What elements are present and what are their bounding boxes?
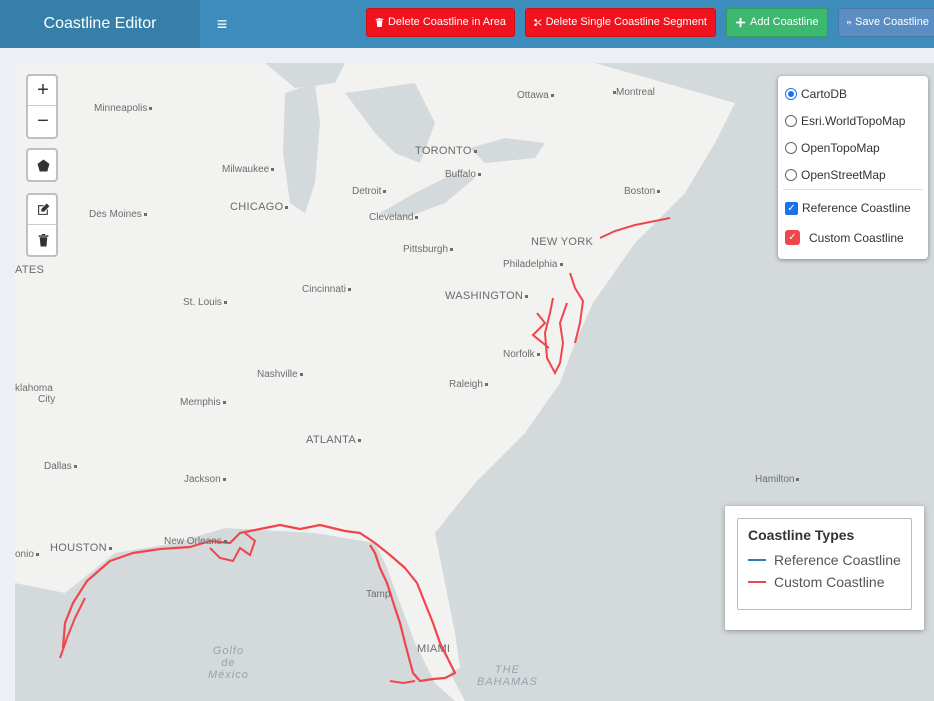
trash-icon (38, 233, 48, 246)
label-oklahoma-city: klahoma City (15, 383, 56, 405)
legend-item-reference: Reference Coastline (748, 549, 901, 571)
legend-box: Coastline Types Reference Coastline Cust… (737, 518, 912, 610)
radio-unselected[interactable] (785, 115, 797, 127)
delete-coastline-segment-button[interactable]: Delete Single Coastline Segment (525, 8, 716, 37)
label-jackson: Jackson (184, 474, 226, 485)
label-tampa: Tamp (366, 589, 391, 600)
radio-selected[interactable] (785, 88, 797, 100)
delete-layers-button[interactable] (28, 225, 58, 255)
scissors-icon (534, 19, 542, 26)
label-new-york: NEW YORK (531, 236, 594, 248)
label-cincinnati: Cincinnati (302, 284, 351, 295)
label-minneapolis: Minneapolis (94, 103, 153, 114)
floppy-disk-icon (847, 20, 851, 25)
top-navbar: Coastline Editor ≡ Delete Coastline in A… (0, 0, 934, 48)
label-nashville: Nashville (257, 369, 303, 380)
lake-ontario (470, 138, 545, 163)
checkbox-checked-icon[interactable]: ✓ (785, 201, 798, 215)
label-toronto: TORONTO (415, 145, 477, 157)
legend-item-custom: Custom Coastline (748, 571, 901, 593)
label-chicago: CHICAGO (230, 201, 289, 213)
label-st-louis: St. Louis (183, 297, 227, 308)
label-new-orleans: New Orleans (164, 536, 227, 547)
pentagon-icon (37, 159, 49, 171)
label-dallas: Dallas (44, 461, 77, 472)
label-philadelphia: Philadelphia (503, 259, 563, 270)
lake-michigan (283, 83, 320, 213)
basemap-option-openstreetmap[interactable]: OpenStreetMap (785, 168, 886, 182)
label-detroit: Detroit (352, 186, 387, 197)
label-memphis: Memphis (180, 397, 226, 408)
label-cleveland: Cleveland (369, 212, 419, 223)
chesapeake-coastline (543, 297, 568, 376)
radio-unselected[interactable] (785, 169, 797, 181)
draw-polygon-button[interactable] (28, 150, 58, 180)
zoom-in-button[interactable]: + (28, 76, 58, 106)
label-washington: WASHINGTON (445, 290, 529, 302)
sidebar-toggle-button[interactable]: ≡ (200, 0, 244, 48)
lake-superior (265, 63, 345, 88)
draw-toolbar (26, 148, 58, 182)
label-antonio-fragment: onio (15, 549, 39, 560)
add-coastline-button[interactable]: Add Coastline (726, 8, 828, 37)
label-atlanta: ATLANTA (306, 434, 361, 446)
label-gulf-of-mexico: Golfo de México (208, 645, 249, 681)
layer-divider (783, 189, 923, 190)
edit-toolbar (26, 193, 58, 257)
delete-coastline-area-button[interactable]: Delete Coastline in Area (366, 8, 515, 37)
legend-title: Coastline Types (748, 527, 855, 543)
label-states-fragment: ATES (15, 264, 45, 276)
hamburger-icon: ≡ (216, 14, 228, 34)
label-hamilton: Hamilton (755, 474, 800, 485)
label-ottawa: Ottawa (517, 90, 554, 101)
plus-icon (735, 17, 746, 28)
zoom-out-button[interactable]: − (28, 106, 58, 136)
edit-icon (37, 203, 49, 215)
label-boston: Boston (624, 186, 661, 197)
label-houston: HOUSTON (50, 542, 112, 554)
label-des-moines: Des Moines (89, 209, 147, 220)
label-pittsburgh: Pittsburgh (403, 244, 454, 255)
label-norfolk: Norfolk (503, 349, 540, 360)
legend-swatch (748, 559, 766, 561)
trash-icon (375, 18, 384, 27)
app-title: Coastline Editor (0, 0, 200, 48)
basemap-option-cartodb[interactable]: CartoDB (785, 87, 847, 101)
save-coastline-button[interactable]: Save Coastline (838, 8, 934, 37)
layer-control: CartoDB Esri.WorldTopoMap OpenTopoMap Op… (778, 76, 928, 259)
checkbox-checked-icon[interactable]: ✓ (785, 230, 800, 245)
basemap-option-esri[interactable]: Esri.WorldTopoMap (785, 114, 905, 128)
legend-panel: Coastline Types Reference Coastline Cust… (725, 506, 924, 630)
zoom-control: + − (26, 74, 58, 139)
label-the-bahamas: THE BAHAMAS (477, 664, 538, 688)
edit-layers-button[interactable] (28, 195, 58, 225)
label-raleigh: Raleigh (449, 379, 488, 390)
label-miami: MIAMI (417, 643, 451, 655)
label-milwaukee: Milwaukee (222, 164, 275, 175)
legend-swatch (748, 581, 766, 583)
label-montreal: Montreal (611, 87, 655, 98)
label-buffalo: Buffalo (445, 169, 481, 180)
radio-unselected[interactable] (785, 142, 797, 154)
overlay-custom-coastline[interactable]: ✓ Custom Coastline (785, 230, 904, 245)
overlay-reference-coastline[interactable]: ✓ Reference Coastline (785, 201, 911, 215)
basemap-option-opentopomap[interactable]: OpenTopoMap (785, 141, 880, 155)
